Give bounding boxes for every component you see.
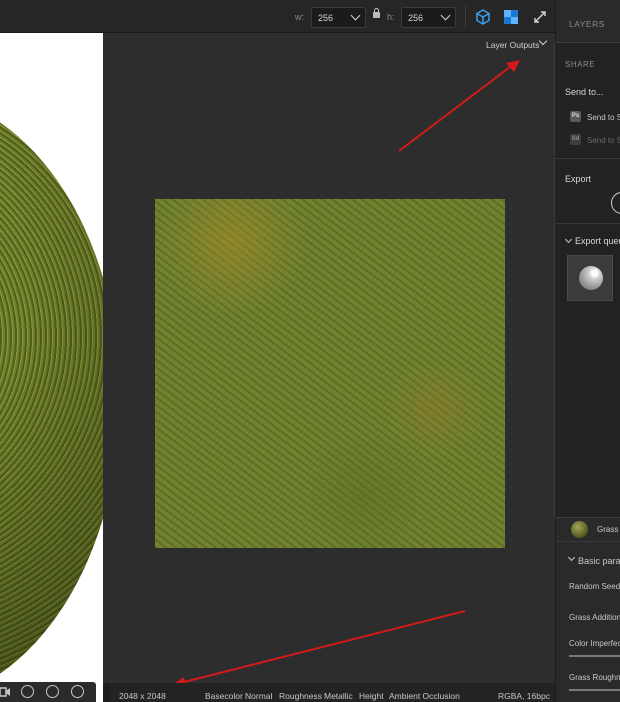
channel-roughness[interactable]: Roughness <box>279 691 322 701</box>
status-bar: 2048 x 2048 Basecolor Normal Roughness M… <box>110 683 555 702</box>
channel-height[interactable]: Height <box>359 691 384 701</box>
param-grass-additional: Grass Additional <box>569 613 620 622</box>
export-icon[interactable] <box>611 192 620 214</box>
channel-ambient-occlusion[interactable]: Ambient Occlusion <box>389 691 460 701</box>
channel-basecolor[interactable]: Basecolor <box>205 691 243 701</box>
export-queue-item[interactable] <box>567 255 613 301</box>
export-label: Export <box>565 174 592 184</box>
photoshop-icon: Ps <box>570 111 581 122</box>
divider <box>555 158 620 159</box>
grass-roughness-slider[interactable] <box>569 689 620 691</box>
app-window: w: 256 h: 256 Layer Outputs 2048 x 2048 … <box>0 0 620 702</box>
substance-designer-icon: Sd <box>570 134 581 145</box>
annotation-arrows <box>172 60 520 689</box>
format-label: RGBA, 16bpc <box>498 691 550 701</box>
layer-name[interactable]: Grass C <box>597 525 620 534</box>
param-random-seed: Random Seed <box>569 582 620 591</box>
export-queue-header[interactable]: Export queu <box>575 236 620 246</box>
chevron-down-icon[interactable] <box>567 553 576 562</box>
send-to-designer: Send to S <box>587 136 620 145</box>
resolution-label: 2048 x 2048 <box>119 691 166 701</box>
color-imperfect-slider[interactable] <box>569 655 620 657</box>
divider <box>555 223 620 224</box>
param-grass-roughness: Grass Roughnes <box>569 673 620 682</box>
send-to-label: Send to... <box>565 87 604 97</box>
share-popover: SHARE Send to... Ps Send to S Sd Send to… <box>554 42 620 518</box>
param-color-imperfect: Color Imperfect <box>569 639 620 648</box>
channel-normal[interactable]: Normal <box>245 691 272 701</box>
panel-header: LAYERS <box>569 19 605 29</box>
share-title: SHARE <box>565 60 596 69</box>
material-ball-icon <box>579 266 603 290</box>
basic-params-header[interactable]: Basic param <box>578 556 620 566</box>
send-to-photoshop[interactable]: Send to S <box>587 113 620 122</box>
layer-thumbnail[interactable] <box>571 521 588 538</box>
channel-metallic[interactable]: Metallic <box>324 691 353 701</box>
divider <box>556 541 620 542</box>
chevron-down-icon[interactable] <box>564 235 573 244</box>
